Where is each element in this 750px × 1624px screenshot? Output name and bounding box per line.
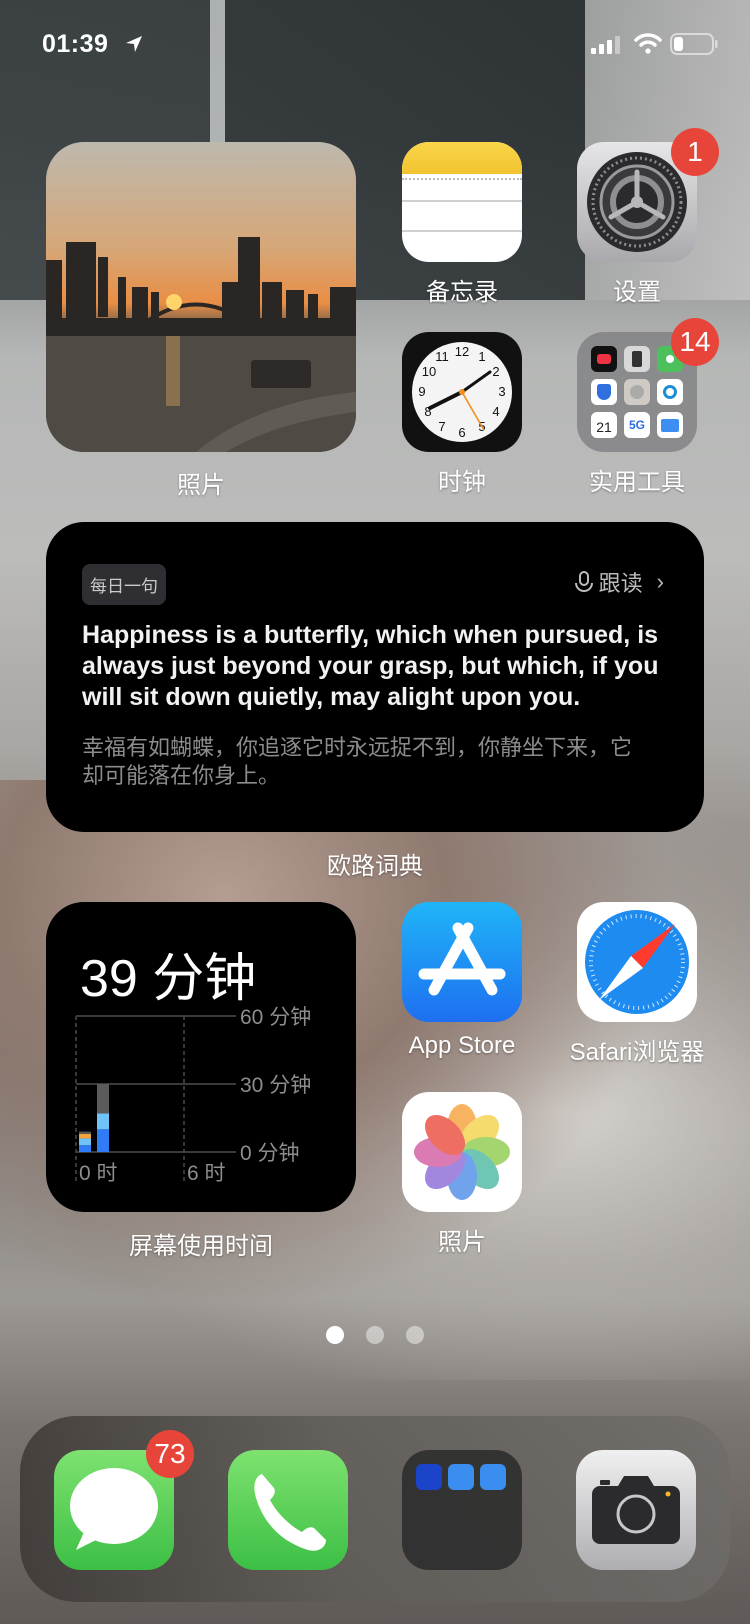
files-mini-icon: [657, 412, 683, 438]
quote-chinese: 幸福有如蝴蝶，你追逐它时永远捉不到，你静坐下来，它却可能落在你身上。: [82, 735, 633, 788]
security-mini-icon: [591, 379, 617, 405]
bar-segment-orange: [79, 1133, 91, 1139]
app-notes[interactable]: 备忘录: [402, 142, 522, 307]
screen-time-widget-label: 屏幕使用时间: [129, 1233, 273, 1260]
app-store-icon: [402, 902, 522, 1022]
chevron-right-icon: ›: [656, 569, 664, 594]
svg-text:10: 10: [422, 364, 436, 379]
x-tick-label: 6 时: [187, 1162, 226, 1185]
app-safari[interactable]: Safari浏览器: [570, 902, 704, 1067]
folder-utilities[interactable]: 21 5G 14 实用工具: [577, 318, 719, 497]
microphone-icon: [574, 571, 593, 592]
camera-icon: [576, 1450, 696, 1570]
bar-segment-blue: [97, 1129, 109, 1152]
battery-low-icon: [670, 33, 718, 55]
app-clock[interactable]: 1212345 67891011 时钟: [402, 332, 522, 497]
phone-icon: [228, 1450, 348, 1570]
bar-segment-blue: [79, 1145, 91, 1152]
app-clock-label: 时钟: [438, 469, 486, 496]
photos-flower-icon: [402, 1092, 522, 1212]
china-mobile-mini-icon: [657, 379, 683, 405]
daily-quote-tag: 每日一句: [82, 564, 166, 605]
svg-text:6: 6: [458, 425, 465, 440]
calendar-mini-icon: 21: [591, 412, 617, 438]
svg-text:1: 1: [478, 349, 485, 364]
app-safari-label: Safari浏览器: [569, 1039, 705, 1066]
dictionary-mini-icon-2: [448, 1464, 474, 1490]
follow-read-button[interactable]: 跟读 ›: [573, 566, 664, 598]
svg-text:4: 4: [492, 404, 499, 419]
y-tick-label: 60 分钟: [240, 1006, 311, 1029]
clock-icon: 1212345 67891011: [402, 332, 522, 452]
dictionary-mini-icon-1: [416, 1464, 442, 1490]
dock-phone[interactable]: [228, 1450, 348, 1570]
app-photos[interactable]: 照片: [402, 1092, 522, 1257]
app-app-store-label: App Store: [408, 1032, 516, 1059]
contacts-mini-icon: [624, 379, 650, 405]
bar-segment-lightblue: [79, 1138, 91, 1146]
y-tick-label: 0 分钟: [240, 1142, 300, 1165]
bar-segment-gray: [79, 1131, 91, 1134]
quote-widget-label: 欧路词典: [327, 853, 423, 880]
svg-text:2: 2: [492, 364, 499, 379]
app-photos-label: 照片: [438, 1229, 486, 1256]
svg-text:9: 9: [418, 384, 425, 399]
page-dot-2[interactable]: [366, 1326, 384, 1344]
svg-text:11: 11: [435, 349, 449, 364]
notes-icon: [402, 142, 522, 262]
wifi-icon: [634, 33, 662, 54]
svg-text:7: 7: [438, 419, 445, 434]
svg-text:12: 12: [455, 344, 469, 359]
dock-messages[interactable]: 73: [54, 1430, 194, 1570]
follow-read-label: 跟读: [598, 571, 643, 596]
page-dot-3[interactable]: [406, 1326, 424, 1344]
screen-time-widget[interactable]: 39 分钟 60 分钟 30 分钟 0 分钟 0 时6 时: [46, 902, 356, 1212]
app-app-store[interactable]: App Store: [402, 902, 522, 1060]
bar-segment-gray: [97, 1084, 109, 1114]
cellular-signal-icon: [591, 36, 620, 54]
folder-utilities-label: 实用工具: [589, 469, 685, 496]
y-tick-label: 30 分钟: [240, 1074, 311, 1097]
x-tick-label: 0 时: [79, 1162, 118, 1185]
folder-icon: [402, 1450, 522, 1570]
app-notes-label: 备忘录: [426, 279, 498, 306]
location-arrow-icon: [126, 36, 142, 52]
page-dot-1[interactable]: [326, 1326, 344, 1344]
voice-memos-mini-icon: [591, 346, 617, 372]
dictionary-mini-icon-3: [480, 1464, 506, 1490]
quote-english: Happiness is a butterfly, which when pur…: [82, 621, 659, 711]
daily-quote-widget[interactable]: 每日一句 跟读 › Happiness is a butterfly, whic…: [46, 522, 704, 832]
calculator-mini-icon: [624, 346, 650, 372]
messages-badge: 73: [146, 1430, 194, 1478]
screen-time-chart: 60 分钟 30 分钟 0 分钟 0 时 6 时: [75, 1006, 311, 1185]
clock-time: 01:39: [42, 30, 109, 58]
status-bar: 01:39: [0, 28, 750, 62]
5g-mini-icon: 5G: [624, 412, 650, 438]
app-settings[interactable]: 1 设置: [577, 128, 719, 307]
safari-compass-icon: [577, 902, 697, 1022]
utilities-badge: 14: [671, 318, 719, 366]
page-indicator[interactable]: [326, 1326, 424, 1344]
sunset-photo: [46, 142, 356, 452]
dock-dictionary-folder[interactable]: [402, 1450, 522, 1570]
dock-camera[interactable]: [576, 1450, 696, 1570]
dock: 73: [20, 1416, 730, 1602]
photos-widget[interactable]: [46, 142, 356, 452]
svg-text:3: 3: [498, 384, 505, 399]
bar-segment-lightblue: [97, 1113, 109, 1130]
app-settings-label: 设置: [613, 279, 661, 306]
settings-badge: 1: [671, 128, 719, 176]
photos-widget-label: 照片: [177, 472, 225, 499]
